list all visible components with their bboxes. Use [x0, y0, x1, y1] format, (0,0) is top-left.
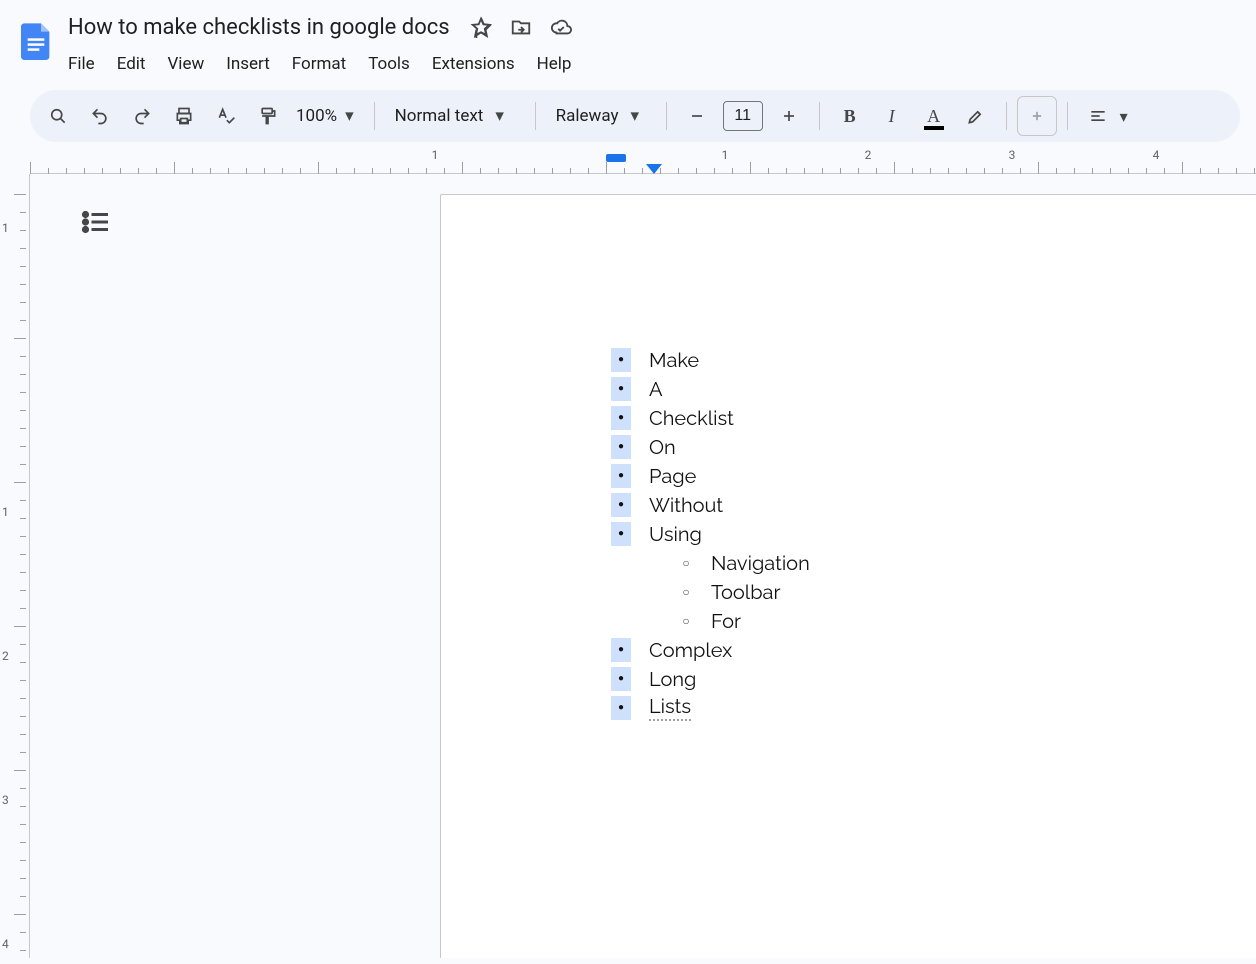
- list-item[interactable]: Long: [611, 664, 1256, 693]
- zoom-dropdown[interactable]: 100% ▾: [290, 106, 364, 126]
- bullet-selected-icon: [611, 348, 631, 372]
- paint-format-icon[interactable]: [248, 96, 288, 136]
- app-header: How to make checklists in google docs Fi…: [0, 0, 1256, 80]
- vruler-label: 2: [2, 649, 9, 663]
- workspace: 1 1 2 3 4 Make A Checklist On Page Without Using ○ N…: [0, 174, 1256, 958]
- star-icon[interactable]: [468, 14, 494, 40]
- hollow-bullet-icon: ○: [679, 585, 693, 599]
- list-item[interactable]: Checklist: [611, 403, 1256, 432]
- list-item[interactable]: Complex: [611, 635, 1256, 664]
- ruler-label: 1: [432, 148, 439, 162]
- hollow-bullet-icon: ○: [679, 614, 693, 628]
- list-item-text: Long: [649, 667, 696, 691]
- list-item[interactable]: On: [611, 432, 1256, 461]
- bold-button[interactable]: B: [830, 96, 870, 136]
- menubar: File Edit View Insert Format Tools Exten…: [58, 48, 1248, 80]
- ruler-label: 3: [1009, 148, 1016, 162]
- zoom-value: 100%: [296, 106, 337, 126]
- list-item[interactable]: Without: [611, 490, 1256, 519]
- paragraph-style-value: Normal text: [395, 106, 484, 126]
- list-subitem[interactable]: ○ For: [679, 606, 1256, 635]
- move-icon[interactable]: [508, 14, 534, 40]
- decrease-font-size-icon[interactable]: [677, 96, 717, 136]
- bullet-selected-icon: [611, 435, 631, 459]
- cloud-status-icon[interactable]: [548, 14, 574, 40]
- ruler-label: 4: [1153, 148, 1160, 162]
- ruler-label: 1: [722, 148, 729, 162]
- font-size-input[interactable]: [723, 101, 763, 131]
- bullet-selected-icon: [611, 638, 631, 662]
- list-item-text: Checklist: [649, 406, 734, 430]
- highlight-color-icon[interactable]: [956, 96, 996, 136]
- bullet-selected-icon: [611, 493, 631, 517]
- list-subitem[interactable]: ○ Toolbar: [679, 577, 1256, 606]
- add-comment-icon[interactable]: [1017, 96, 1057, 136]
- list-item[interactable]: A: [611, 374, 1256, 403]
- list-item-text: Lists: [649, 694, 691, 721]
- horizontal-ruler[interactable]: 1 1 2 3 4: [30, 148, 1256, 174]
- paragraph-style-dropdown[interactable]: Normal text ▾: [385, 106, 525, 126]
- list-item-text: Using: [649, 522, 702, 546]
- print-icon[interactable]: [164, 96, 204, 136]
- outline-toggle-icon[interactable]: [78, 204, 114, 240]
- list-item[interactable]: Using: [611, 519, 1256, 548]
- list-item-text: Complex: [649, 638, 732, 662]
- list-item[interactable]: Make: [611, 345, 1256, 374]
- menu-tools[interactable]: Tools: [358, 48, 420, 80]
- ruler-label: 2: [865, 148, 872, 162]
- font-dropdown[interactable]: Raleway ▾: [546, 106, 656, 126]
- menu-edit[interactable]: Edit: [107, 48, 156, 80]
- list-item[interactable]: Page: [611, 461, 1256, 490]
- vruler-label: 1: [2, 505, 9, 519]
- menu-view[interactable]: View: [157, 48, 214, 80]
- menu-format[interactable]: Format: [282, 48, 356, 80]
- undo-icon[interactable]: [80, 96, 120, 136]
- list-item-text: Make: [649, 348, 699, 372]
- list-item-text: On: [649, 435, 676, 459]
- menu-help[interactable]: Help: [527, 48, 582, 80]
- first-line-indent-marker[interactable]: [606, 154, 626, 162]
- list-item-text: Without: [649, 493, 723, 517]
- italic-button[interactable]: I: [872, 96, 912, 136]
- vruler-label: 1: [2, 221, 9, 235]
- toolbar: 100% ▾ Normal text ▾ Raleway ▾ B I A ▾: [30, 90, 1240, 142]
- chevron-down-icon[interactable]: ▾: [1120, 107, 1128, 126]
- list-item-text: A: [649, 377, 663, 401]
- list-subitem-text: Navigation: [711, 551, 810, 575]
- text-color-button[interactable]: A: [914, 96, 954, 136]
- document-page[interactable]: Make A Checklist On Page Without Using ○ Navigat…: [440, 194, 1256, 958]
- menu-insert[interactable]: Insert: [216, 48, 280, 80]
- left-indent-marker[interactable]: [646, 164, 662, 174]
- list-item-text: Page: [649, 464, 696, 488]
- vertical-ruler[interactable]: 1 1 2 3 4: [0, 174, 30, 958]
- search-icon[interactable]: [38, 96, 78, 136]
- redo-icon[interactable]: [122, 96, 162, 136]
- spellcheck-icon[interactable]: [206, 96, 246, 136]
- list-subitem-text: Toolbar: [711, 580, 780, 604]
- increase-font-size-icon[interactable]: [769, 96, 809, 136]
- menu-file[interactable]: File: [58, 48, 105, 80]
- bullet-selected-icon: [611, 522, 631, 546]
- vruler-label: 3: [2, 793, 9, 807]
- bullet-selected-icon: [611, 377, 631, 401]
- document-body[interactable]: Make A Checklist On Page Without Using ○ Navigat…: [441, 195, 1256, 722]
- bullet-selected-icon: [611, 464, 631, 488]
- bullet-selected-icon: [611, 406, 631, 430]
- list-item[interactable]: Lists: [611, 693, 1256, 722]
- align-dropdown-icon[interactable]: [1078, 96, 1118, 136]
- font-value: Raleway: [556, 106, 619, 126]
- list-subitem-text: For: [711, 609, 741, 633]
- hollow-bullet-icon: ○: [679, 556, 693, 570]
- doc-title[interactable]: How to make checklists in google docs: [64, 13, 454, 42]
- bullet-selected-icon: [611, 696, 631, 720]
- list-subitem[interactable]: ○ Navigation: [679, 548, 1256, 577]
- menu-extensions[interactable]: Extensions: [422, 48, 525, 80]
- docs-logo[interactable]: [16, 14, 56, 66]
- vruler-label: 4: [2, 937, 9, 951]
- bullet-selected-icon: [611, 667, 631, 691]
